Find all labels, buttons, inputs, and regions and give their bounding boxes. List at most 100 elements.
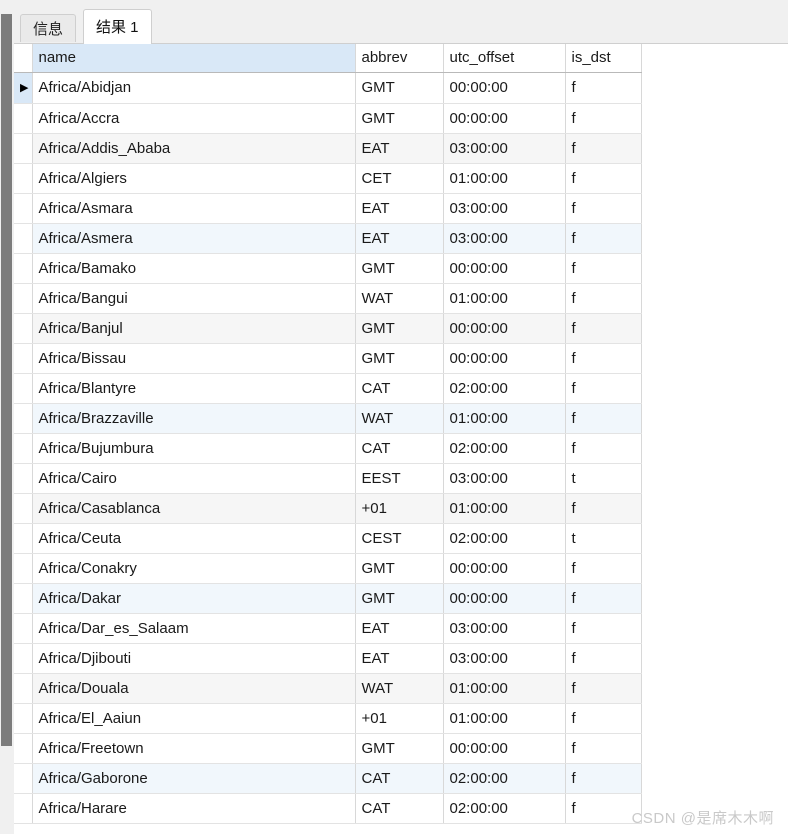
cell-name[interactable]: Africa/El_Aaiun [32, 703, 356, 734]
cell-abbrev[interactable]: CAT [355, 373, 444, 404]
cell-utc-offset[interactable]: 03:00:00 [443, 463, 566, 494]
cell-abbrev[interactable]: GMT [355, 72, 444, 104]
vertical-scrollbar-thumb[interactable] [1, 14, 12, 746]
cell-name[interactable]: Africa/Asmara [32, 193, 356, 224]
row-indicator[interactable] [14, 763, 33, 794]
cell-abbrev[interactable]: GMT [355, 553, 444, 584]
cell-name[interactable]: Africa/Bissau [32, 343, 356, 374]
cell-abbrev[interactable]: EAT [355, 613, 444, 644]
cell-is-dst[interactable]: f [565, 72, 642, 104]
row-indicator[interactable] [14, 613, 33, 644]
cell-is-dst[interactable]: f [565, 763, 642, 794]
cell-utc-offset[interactable]: 03:00:00 [443, 133, 566, 164]
tab-info[interactable]: 信息 [20, 14, 77, 42]
cell-abbrev[interactable]: GMT [355, 583, 444, 614]
cell-utc-offset[interactable]: 02:00:00 [443, 373, 566, 404]
cell-name[interactable]: Africa/Cairo [32, 463, 356, 494]
cell-name[interactable]: Africa/Addis_Ababa [32, 133, 356, 164]
table-row[interactable]: Africa/Ceuta CEST 02:00:00 t [14, 523, 642, 554]
cell-abbrev[interactable]: WAT [355, 283, 444, 314]
column-header-is-dst[interactable]: is_dst [565, 44, 642, 73]
cell-utc-offset[interactable]: 00:00:00 [443, 733, 566, 764]
cell-name[interactable]: Africa/Blantyre [32, 373, 356, 404]
cell-abbrev[interactable]: GMT [355, 253, 444, 284]
cell-is-dst[interactable]: f [565, 253, 642, 284]
cell-name[interactable]: Africa/Bamako [32, 253, 356, 284]
row-indicator[interactable] [14, 283, 33, 314]
cell-utc-offset[interactable]: 00:00:00 [443, 253, 566, 284]
cell-is-dst[interactable]: f [565, 373, 642, 404]
cell-abbrev[interactable]: CEST [355, 523, 444, 554]
cell-is-dst[interactable]: f [565, 103, 642, 134]
cell-name[interactable]: Africa/Bangui [32, 283, 356, 314]
cell-name[interactable]: Africa/Freetown [32, 733, 356, 764]
table-row[interactable]: Africa/Asmara EAT 03:00:00 f [14, 193, 642, 224]
cell-utc-offset[interactable]: 03:00:00 [443, 223, 566, 254]
cell-abbrev[interactable]: EEST [355, 463, 444, 494]
cell-name[interactable]: Africa/Algiers [32, 163, 356, 194]
cell-name[interactable]: Africa/Conakry [32, 553, 356, 584]
row-indicator[interactable] [14, 703, 33, 734]
table-row[interactable]: Africa/Djibouti EAT 03:00:00 f [14, 643, 642, 674]
cell-is-dst[interactable]: f [565, 613, 642, 644]
cell-abbrev[interactable]: WAT [355, 403, 444, 434]
cell-name[interactable]: Africa/Abidjan [32, 72, 356, 104]
cell-abbrev[interactable]: EAT [355, 223, 444, 254]
row-indicator[interactable] [14, 553, 33, 584]
table-row[interactable]: Africa/Casablanca +01 01:00:00 f [14, 493, 642, 524]
table-row[interactable]: Africa/Addis_Ababa EAT 03:00:00 f [14, 133, 642, 164]
cell-name[interactable]: Africa/Gaborone [32, 763, 356, 794]
cell-name[interactable]: Africa/Ceuta [32, 523, 356, 554]
row-indicator[interactable] [14, 793, 33, 824]
results-grid-container[interactable]: name abbrev utc_offset is_dst ▶ Africa/Ab… [14, 44, 788, 834]
cell-abbrev[interactable]: EAT [355, 643, 444, 674]
table-row[interactable]: Africa/Brazzaville WAT 01:00:00 f [14, 403, 642, 434]
cell-is-dst[interactable]: f [565, 193, 642, 224]
cell-is-dst[interactable]: f [565, 673, 642, 704]
column-header-utc-offset[interactable]: utc_offset [443, 44, 566, 73]
table-row[interactable]: ▶ Africa/Abidjan GMT 00:00:00 f [14, 72, 642, 104]
row-indicator-current[interactable]: ▶ [14, 72, 33, 104]
cell-utc-offset[interactable]: 03:00:00 [443, 643, 566, 674]
cell-is-dst[interactable]: f [565, 403, 642, 434]
cell-abbrev[interactable]: GMT [355, 733, 444, 764]
cell-utc-offset[interactable]: 01:00:00 [443, 703, 566, 734]
cell-utc-offset[interactable]: 02:00:00 [443, 433, 566, 464]
cell-abbrev[interactable]: WAT [355, 673, 444, 704]
cell-name[interactable]: Africa/Dakar [32, 583, 356, 614]
cell-name[interactable]: Africa/Bujumbura [32, 433, 356, 464]
row-indicator[interactable] [14, 343, 33, 374]
row-indicator[interactable] [14, 163, 33, 194]
cell-is-dst[interactable]: f [565, 793, 642, 824]
cell-abbrev[interactable]: GMT [355, 103, 444, 134]
cell-utc-offset[interactable]: 02:00:00 [443, 793, 566, 824]
cell-utc-offset[interactable]: 03:00:00 [443, 193, 566, 224]
column-header-abbrev[interactable]: abbrev [355, 44, 444, 73]
table-row[interactable]: Africa/Blantyre CAT 02:00:00 f [14, 373, 642, 404]
row-indicator[interactable] [14, 733, 33, 764]
cell-utc-offset[interactable]: 01:00:00 [443, 673, 566, 704]
tab-result-1[interactable]: 结果 1 [83, 9, 152, 44]
cell-utc-offset[interactable]: 01:00:00 [443, 493, 566, 524]
table-row[interactable]: Africa/El_Aaiun +01 01:00:00 f [14, 703, 642, 734]
cell-utc-offset[interactable]: 00:00:00 [443, 103, 566, 134]
cell-utc-offset[interactable]: 02:00:00 [443, 763, 566, 794]
row-indicator[interactable] [14, 403, 33, 434]
cell-is-dst[interactable]: f [565, 313, 642, 344]
table-row[interactable]: Africa/Bujumbura CAT 02:00:00 f [14, 433, 642, 464]
cell-utc-offset[interactable]: 01:00:00 [443, 403, 566, 434]
row-indicator[interactable] [14, 313, 33, 344]
cell-utc-offset[interactable]: 01:00:00 [443, 283, 566, 314]
cell-is-dst[interactable]: t [565, 523, 642, 554]
vertical-scrollbar[interactable] [0, 0, 14, 834]
table-row[interactable]: Africa/Asmera EAT 03:00:00 f [14, 223, 642, 254]
cell-name[interactable]: Africa/Asmera [32, 223, 356, 254]
cell-is-dst[interactable]: f [565, 433, 642, 464]
table-row[interactable]: Africa/Accra GMT 00:00:00 f [14, 103, 642, 134]
table-row[interactable]: Africa/Bamako GMT 00:00:00 f [14, 253, 642, 284]
cell-name[interactable]: Africa/Harare [32, 793, 356, 824]
cell-abbrev[interactable]: EAT [355, 133, 444, 164]
table-row[interactable]: Africa/Bangui WAT 01:00:00 f [14, 283, 642, 314]
cell-abbrev[interactable]: +01 [355, 703, 444, 734]
cell-name[interactable]: Africa/Brazzaville [32, 403, 356, 434]
